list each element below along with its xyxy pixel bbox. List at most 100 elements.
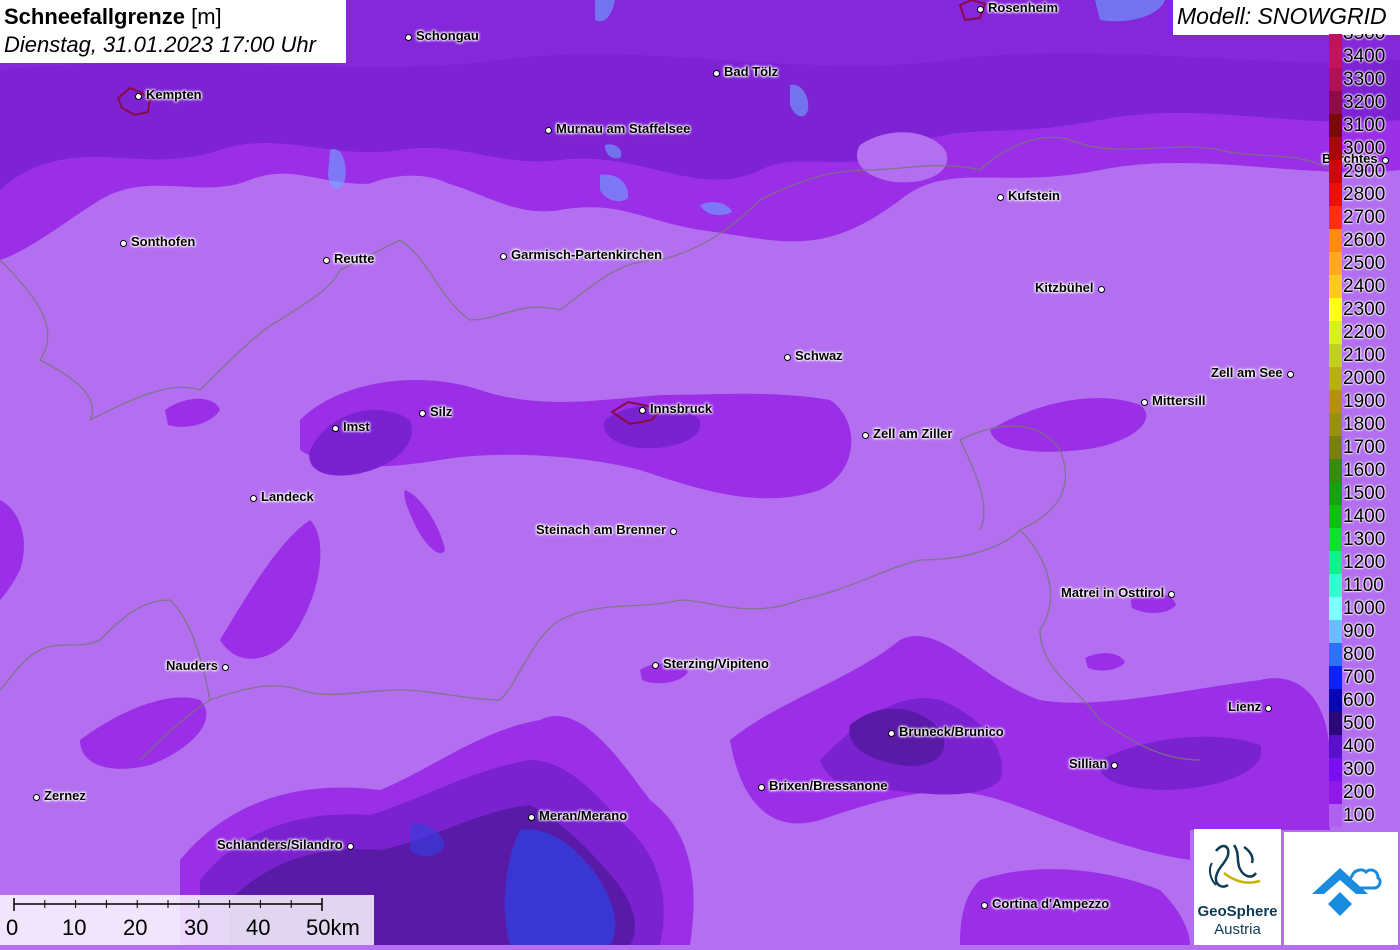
city-dot[interactable]	[32, 793, 40, 801]
legend-entry: 100	[1329, 804, 1400, 827]
city-label[interactable]: Bad Tölz	[724, 64, 778, 79]
city-dot[interactable]	[638, 406, 646, 414]
legend-swatch	[1329, 413, 1342, 436]
legend-label: 2900	[1343, 161, 1386, 182]
legend-entry: 200	[1329, 781, 1400, 804]
city-dot[interactable]	[221, 663, 229, 671]
legend-label: 800	[1343, 644, 1375, 665]
city-dot[interactable]	[976, 5, 984, 13]
city-dot[interactable]	[331, 424, 339, 432]
city-dot[interactable]	[887, 729, 895, 737]
city-dot[interactable]	[669, 527, 677, 535]
city-label[interactable]: Brixen/Bressanone	[769, 778, 888, 793]
city-label[interactable]: Steinach am Brenner	[536, 522, 666, 537]
city-label[interactable]: Nauders	[166, 658, 218, 673]
snow-logo[interactable]	[1284, 832, 1398, 945]
city-dot[interactable]	[134, 92, 142, 100]
legend-label: 1400	[1343, 506, 1386, 527]
city-label[interactable]: Lienz	[1228, 699, 1261, 714]
legend-swatch	[1329, 321, 1342, 344]
legend-label: 2100	[1343, 345, 1386, 366]
city-dot[interactable]	[996, 193, 1004, 201]
city-label[interactable]: Kufstein	[1008, 188, 1060, 203]
legend-entry: 2400	[1329, 275, 1400, 298]
city-label[interactable]: Zernez	[44, 788, 86, 803]
legend-entry: 3100	[1329, 114, 1400, 137]
city-label[interactable]: Matrei in Osttirol	[1061, 585, 1164, 600]
legend-swatch	[1329, 34, 1342, 45]
geosphere-logo[interactable]: GeoSphere Austria	[1194, 829, 1281, 945]
city-dot[interactable]	[1264, 704, 1272, 712]
city-dot[interactable]	[1097, 285, 1105, 293]
city-dot[interactable]	[527, 813, 535, 821]
geosphere-logo-subtext: Austria	[1214, 921, 1261, 938]
city-dot[interactable]	[1140, 398, 1148, 406]
city-dot[interactable]	[783, 353, 791, 361]
legend-label: 400	[1343, 736, 1375, 757]
city-label[interactable]: Cortina d'Ampezzo	[992, 896, 1109, 911]
city-label[interactable]: Silz	[430, 404, 452, 419]
legend-swatch	[1329, 436, 1342, 459]
legend-label: 2600	[1343, 230, 1386, 251]
map-title-name: Schneefallgrenze	[4, 4, 185, 29]
city-label[interactable]: Landeck	[261, 489, 314, 504]
city-dot[interactable]	[404, 33, 412, 41]
legend-entry: 500	[1329, 712, 1400, 735]
city-label[interactable]: Murnau am Staffelsee	[556, 121, 690, 136]
city-dot[interactable]	[1110, 761, 1118, 769]
snowfall-map[interactable]	[0, 0, 1400, 945]
city-dot[interactable]	[249, 494, 257, 502]
city-dot[interactable]	[712, 69, 720, 77]
city-label[interactable]: Schwaz	[795, 348, 843, 363]
city-label[interactable]: Mittersill	[1152, 393, 1205, 408]
city-label[interactable]: Meran/Merano	[539, 808, 627, 823]
legend-label: 3400	[1343, 46, 1386, 67]
city-dot[interactable]	[1286, 370, 1294, 378]
city-dot[interactable]	[757, 783, 765, 791]
city-label[interactable]: Zell am Ziller	[873, 426, 952, 441]
city-dot[interactable]	[322, 256, 330, 264]
legend-swatch	[1329, 160, 1342, 183]
legend-entry: 3400	[1329, 45, 1400, 68]
city-label[interactable]: Sterzing/Vipiteno	[663, 656, 769, 671]
legend-entry: 1900	[1329, 390, 1400, 413]
city-label[interactable]: Zell am See	[1211, 365, 1283, 380]
city-label[interactable]: Rosenheim	[988, 0, 1058, 15]
legend-label: 2400	[1343, 276, 1386, 297]
city-dot[interactable]	[980, 901, 988, 909]
legend-label: 1100	[1343, 575, 1384, 596]
city-label[interactable]: Imst	[343, 419, 370, 434]
legend-swatch	[1329, 275, 1342, 298]
legend-label: 500	[1343, 713, 1375, 734]
city-label[interactable]: Innsbruck	[650, 401, 712, 416]
legend-entry: 700	[1329, 666, 1400, 689]
city-label[interactable]: Schongau	[416, 28, 479, 43]
color-legend: 3500340033003200310030002900280027002600…	[1329, 34, 1400, 831]
city-dot[interactable]	[651, 661, 659, 669]
city-dot[interactable]	[1167, 590, 1175, 598]
city-label[interactable]: Kitzbühel	[1035, 280, 1094, 295]
city-label[interactable]: Schlanders/Silandro	[217, 837, 343, 852]
legend-label: 1900	[1343, 391, 1386, 412]
legend-label: 1600	[1343, 460, 1386, 481]
city-label[interactable]: Bruneck/Brunico	[899, 724, 1004, 739]
city-dot[interactable]	[418, 409, 426, 417]
legend-entry: 1100	[1329, 574, 1400, 597]
city-label[interactable]: Sonthofen	[131, 234, 195, 249]
city-dot[interactable]	[861, 431, 869, 439]
city-label[interactable]: Kempten	[146, 87, 202, 102]
legend-entry: 3200	[1329, 91, 1400, 114]
city-dot[interactable]	[499, 252, 507, 260]
city-dot[interactable]	[119, 239, 127, 247]
city-dot[interactable]	[346, 842, 354, 850]
geosphere-logo-text: GeoSphere	[1197, 903, 1278, 920]
city-label[interactable]: Garmisch-Partenkirchen	[511, 247, 662, 262]
legend-entry: 3300	[1329, 68, 1400, 91]
legend-swatch	[1329, 712, 1342, 735]
city-dot[interactable]	[544, 126, 552, 134]
legend-label: 2200	[1343, 322, 1386, 343]
scale-tick-0: 0	[6, 915, 19, 940]
legend-swatch	[1329, 390, 1342, 413]
city-label[interactable]: Sillian	[1069, 756, 1107, 771]
city-label[interactable]: Reutte	[334, 251, 374, 266]
